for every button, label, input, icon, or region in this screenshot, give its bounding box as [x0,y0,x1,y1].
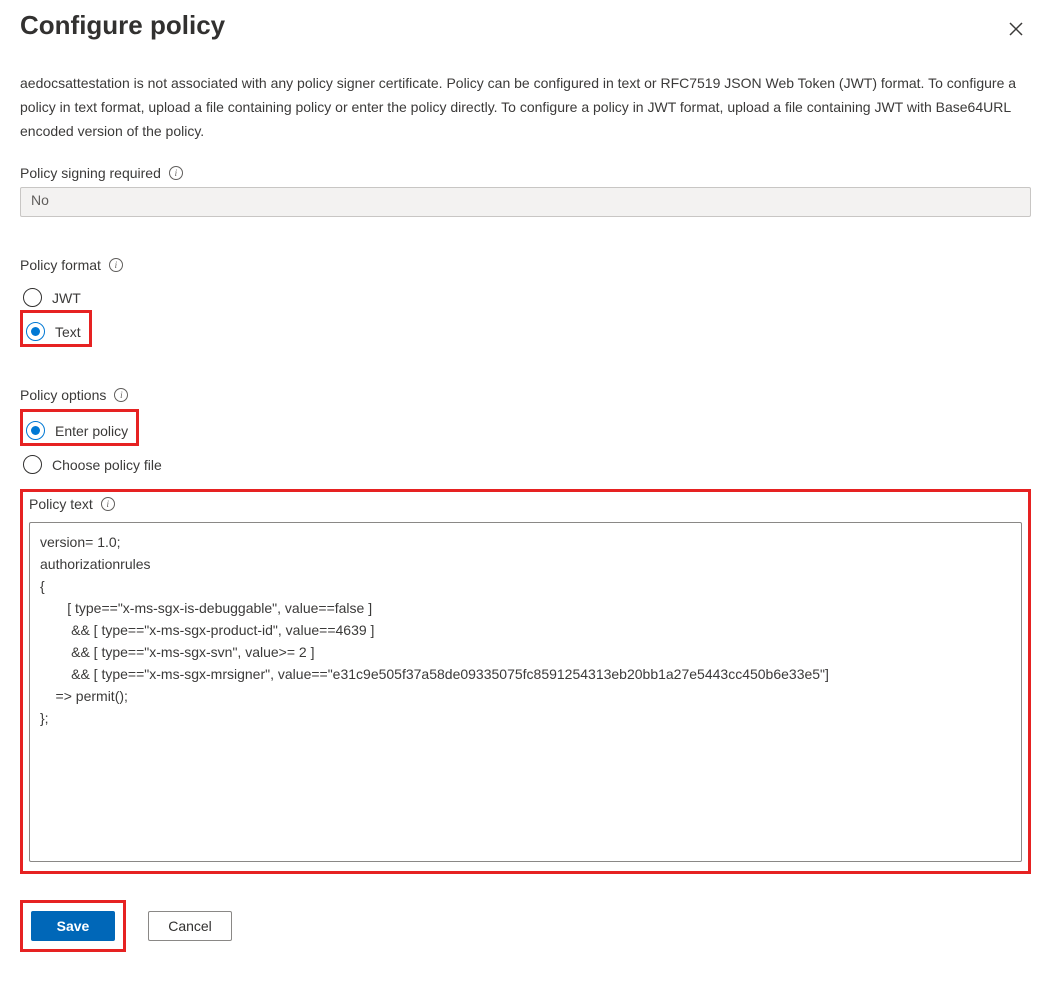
cancel-button[interactable]: Cancel [148,911,232,941]
policy-options-label: Policy options [20,387,106,403]
policy-text-input[interactable] [29,522,1022,862]
policy-format-label: Policy format [20,257,101,273]
radio-icon [23,455,42,474]
policy-text-label: Policy text [29,496,93,512]
info-icon[interactable]: i [114,388,128,402]
signing-required-label: Policy signing required [20,165,161,181]
page-description: aedocsattestation is not associated with… [20,71,1031,143]
signing-required-value: No [20,187,1031,217]
radio-jwt[interactable]: JWT [20,285,89,310]
close-icon [1009,22,1023,36]
save-button[interactable]: Save [31,911,115,941]
close-button[interactable] [1001,14,1031,44]
radio-choose-file-label: Choose policy file [52,457,162,473]
radio-enter-policy-label: Enter policy [55,423,128,439]
info-icon[interactable]: i [169,166,183,180]
radio-icon [26,322,45,341]
radio-text-label: Text [55,324,81,340]
radio-text[interactable]: Text [23,319,89,344]
info-icon[interactable]: i [109,258,123,272]
page-title: Configure policy [20,10,225,41]
radio-enter-policy[interactable]: Enter policy [23,418,136,443]
radio-jwt-label: JWT [52,290,81,306]
info-icon[interactable]: i [101,497,115,511]
radio-icon [23,288,42,307]
radio-choose-file[interactable]: Choose policy file [20,452,170,477]
radio-icon [26,421,45,440]
